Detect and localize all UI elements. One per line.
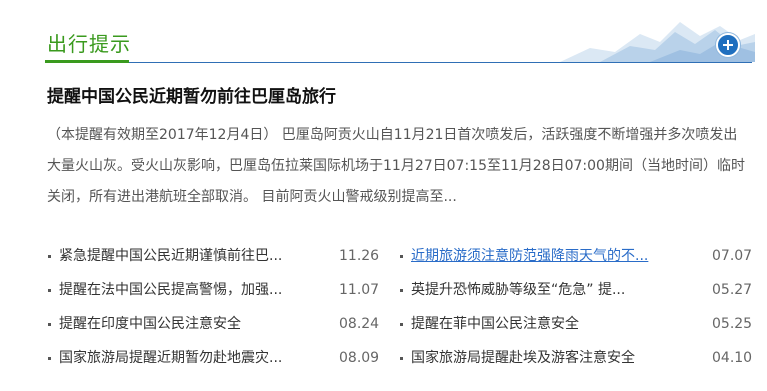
news-item-link[interactable]: 近期旅游须注意防范强降雨天气的不... [411,241,648,271]
news-item-date: 05.27 [712,282,753,298]
list-row: 国家旅游局提醒近期暂勿赴地震灾... 08.09 国家旅游局提醒赴埃及游客注意安… [47,343,752,373]
news-item-link[interactable]: 提醒在菲中国公民注意安全 [411,309,579,339]
news-item-link[interactable]: 国家旅游局提醒赴埃及游客注意安全 [411,343,635,373]
news-item-date: 05.25 [712,316,753,332]
list-row: 紧急提醒中国公民近期谨慎前往巴... 11.26 近期旅游须注意防范强降雨天气的… [47,241,752,271]
news-item-link[interactable]: 国家旅游局提醒近期暂勿赴地震灾... [59,343,282,373]
news-item-date: 07.07 [712,248,753,264]
title-underline [45,60,129,63]
list-row: 提醒在印度中国公民注意安全 08.24 提醒在菲中国公民注意安全 05.25 [47,309,752,339]
news-item-link[interactable]: 提醒在法中国公民提高警惕，加强... [59,275,282,305]
news-item-link[interactable]: 提醒在印度中国公民注意安全 [59,309,241,339]
section-title: 出行提示 [47,32,131,56]
bullet-icon [48,289,51,292]
bullet-icon [400,255,403,258]
bullet-icon [48,323,51,326]
news-item-link[interactable]: 英提升恐怖威胁等级至“危急” 提... [411,275,625,305]
headline-link[interactable]: 提醒中国公民近期暂勿前往巴厘岛旅行 [47,84,336,110]
news-item-date: 11.26 [339,248,380,264]
bullet-icon [400,357,403,360]
bullet-icon [400,323,403,326]
news-item-date: 11.07 [339,282,380,298]
more-plus-icon[interactable] [716,33,740,57]
news-item-date: 04.10 [712,350,753,366]
header-divider [45,62,752,63]
bullet-icon [48,357,51,360]
list-row: 提醒在法中国公民提高警惕，加强... 11.07 英提升恐怖威胁等级至“危急” … [47,275,752,305]
news-item-date: 08.24 [339,316,380,332]
news-item-date: 08.09 [339,350,380,366]
news-item-link[interactable]: 紧急提醒中国公民近期谨慎前往巴... [59,241,282,271]
headline-summary: （本提醒有效期至2017年12月4日） 巴厘岛阿贡火山自11月21日首次喷发后，… [47,127,745,205]
bullet-icon [400,289,403,292]
bullet-icon [48,255,51,258]
section-header: 出行提示 [0,0,767,64]
